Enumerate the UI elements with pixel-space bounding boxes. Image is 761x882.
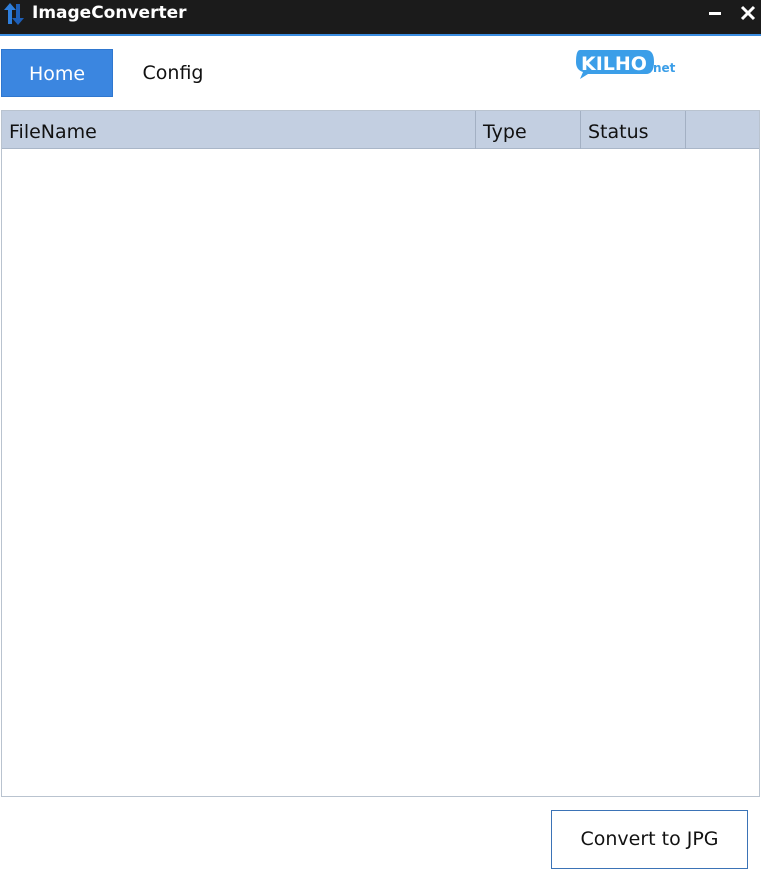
- column-header-status[interactable]: Status: [581, 111, 686, 149]
- svg-text:net: net: [653, 61, 676, 75]
- column-header-type[interactable]: Type: [476, 111, 581, 149]
- column-header-filename[interactable]: FileName: [2, 111, 476, 149]
- grid-header: FileName Type Status: [2, 111, 759, 149]
- convert-to-jpg-button[interactable]: Convert to JPG: [551, 810, 748, 869]
- tab-config[interactable]: Config: [118, 49, 228, 97]
- minimize-icon[interactable]: [703, 2, 727, 24]
- tab-home[interactable]: Home: [1, 49, 113, 97]
- column-header-filler: [686, 111, 759, 149]
- grid-body[interactable]: [2, 149, 759, 796]
- file-list-grid[interactable]: FileName Type Status: [1, 110, 760, 797]
- window-title: ImageConverter: [32, 3, 187, 23]
- close-icon[interactable]: [736, 2, 760, 24]
- svg-text:KILHO: KILHO: [581, 53, 647, 75]
- title-bar: ImageConverter: [0, 0, 761, 36]
- kilho-logo: KILHO net: [576, 50, 676, 79]
- app-arrows-icon: [4, 3, 24, 25]
